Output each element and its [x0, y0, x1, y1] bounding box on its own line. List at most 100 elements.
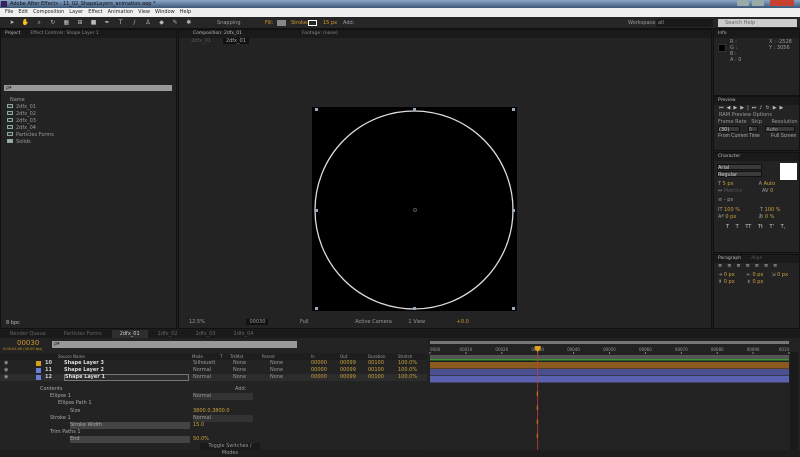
skip-select[interactable]: 0: [747, 126, 758, 133]
font-size-value[interactable]: 5 px: [723, 181, 734, 187]
tab-2dfx_01[interactable]: 2dfx_01: [111, 330, 148, 338]
fill-swatch[interactable]: [277, 20, 286, 26]
label-color[interactable]: [36, 368, 41, 373]
timeline-timecode[interactable]: 00030: [17, 339, 39, 347]
frame-rate-select[interactable]: (30): [718, 126, 740, 133]
column-parent[interactable]: Parent: [262, 353, 275, 360]
text-style-button[interactable]: Tt: [758, 224, 763, 230]
type-tool-icon[interactable]: T: [117, 19, 125, 27]
alignment-buttons[interactable]: ≡≡≡≡≡≡≡: [714, 263, 799, 270]
kerning-value[interactable]: Metrics: [724, 188, 742, 194]
column-stretch[interactable]: Stretch: [398, 353, 412, 360]
menu-window[interactable]: Window: [155, 9, 175, 15]
mode-select[interactable]: Normal: [193, 367, 211, 374]
zoom-tool-icon[interactable]: ⌕: [35, 19, 43, 27]
text-style-button[interactable]: TT: [745, 224, 751, 230]
space-after-value[interactable]: 0 px: [752, 279, 763, 285]
indent-left-value[interactable]: 0 px: [724, 272, 735, 278]
tab-render-queue[interactable]: Render Queue: [2, 330, 54, 338]
tab-project[interactable]: Project: [5, 31, 20, 36]
text-style-button[interactable]: T: [736, 224, 739, 230]
property-value-add[interactable]: Add:: [235, 386, 246, 393]
tracking-value[interactable]: 0: [770, 188, 773, 194]
first-frame-icon[interactable]: ⏮: [719, 105, 727, 111]
pen-tool-icon[interactable]: ✒: [103, 19, 111, 27]
stretch-value[interactable]: 100.0%: [398, 374, 417, 381]
font-style-select[interactable]: Regular: [717, 171, 762, 178]
layer-row[interactable]: ◉ 10 Shape Layer 3 Silhouett None None 00000 00…: [0, 360, 427, 367]
tab-character[interactable]: Character: [718, 154, 740, 159]
in-value[interactable]: 00000: [311, 360, 327, 367]
eraser-tool-icon[interactable]: ◆: [158, 19, 166, 27]
column-name[interactable]: Name: [10, 97, 25, 103]
breadcrumb-item[interactable]: 2dfx_01: [222, 38, 249, 44]
resolution-select[interactable]: Full: [300, 319, 309, 325]
menu-view[interactable]: View: [138, 9, 150, 15]
project-item[interactable]: 2dfx_02: [7, 111, 167, 118]
parent-select[interactable]: None: [270, 367, 283, 374]
search-help-input[interactable]: Search Help: [718, 19, 797, 27]
exposure-value[interactable]: +0.0: [457, 319, 469, 325]
mode-select[interactable]: Silhouett: [193, 360, 215, 367]
duration-value[interactable]: 00100: [368, 374, 384, 381]
out-value[interactable]: 00099: [340, 360, 356, 367]
font-family-select[interactable]: Arial: [717, 164, 762, 171]
tsume-value[interactable]: 0 %: [765, 214, 775, 220]
full-screen-checkbox[interactable]: Full Screen: [771, 133, 796, 140]
tab-align[interactable]: Align: [751, 256, 762, 261]
breadcrumb-item[interactable]: 2dfx_01: [191, 38, 211, 44]
column-mode[interactable]: Mode: [192, 353, 203, 360]
roto-tool-icon[interactable]: ✎: [171, 19, 179, 27]
column-in[interactable]: In: [311, 353, 315, 360]
camera-select[interactable]: Active Camera: [355, 319, 392, 325]
text-style-button[interactable]: T: [726, 224, 729, 230]
toggle-switches-modes-button[interactable]: Toggle Switches / Modes: [200, 443, 260, 456]
parent-select[interactable]: None: [270, 360, 283, 367]
property-row[interactable]: Ellipse 1 Normal: [0, 393, 427, 401]
stroke-width-value[interactable]: 15 px: [323, 17, 337, 29]
ram-preview-options[interactable]: RAM Preview Options: [714, 112, 799, 119]
hand-tool-icon[interactable]: ✋: [22, 19, 30, 27]
indent-first-value[interactable]: 0 px: [777, 272, 788, 278]
tab-2dfx_02[interactable]: 2dfx_02: [150, 330, 186, 338]
menu-effect[interactable]: Effect: [88, 9, 102, 15]
bpc-label[interactable]: 8 bpc: [6, 320, 20, 326]
column-source[interactable]: Source Name: [58, 353, 85, 360]
menu-edit[interactable]: Edit: [18, 9, 28, 15]
layer-name[interactable]: Shape Layer 2: [64, 367, 104, 374]
visibility-icon[interactable]: ◉: [4, 374, 8, 381]
property-row[interactable]: Stroke 1 Normal: [0, 414, 427, 422]
maximize-button[interactable]: [752, 0, 764, 6]
column-duration[interactable]: Duration: [368, 353, 385, 360]
stroke-label[interactable]: Stroke:: [291, 17, 309, 29]
menu-animation[interactable]: Animation: [108, 9, 134, 15]
rectangle-tool-icon[interactable]: ■: [90, 19, 98, 27]
workspace-select[interactable]: all: [656, 19, 713, 27]
property-row[interactable]: Ellipse Path 1: [0, 400, 427, 407]
indent-right-value[interactable]: 0 px: [752, 272, 763, 278]
label-color[interactable]: [36, 375, 41, 380]
project-search-input[interactable]: ρ▾: [4, 85, 172, 91]
tab-preview[interactable]: Preview: [718, 98, 736, 103]
property-value-size[interactable]: 3800.0,3800.0: [193, 408, 230, 415]
in-value[interactable]: 00000: [311, 367, 327, 374]
fill-label[interactable]: Fill:: [265, 17, 273, 29]
property-value-stroke-mode[interactable]: Normal: [193, 414, 253, 422]
camera-tool-icon[interactable]: ▦: [62, 19, 70, 27]
parent-select[interactable]: None: [270, 374, 283, 381]
brush-tool-icon[interactable]: /: [130, 19, 138, 27]
tab-composition[interactable]: Composition: 2dfx_01: [193, 31, 242, 36]
puppet-tool-icon[interactable]: ✱: [185, 19, 193, 27]
snapping-label[interactable]: Snapping: [217, 17, 241, 29]
tab-paragraph[interactable]: Paragraph: [718, 256, 741, 261]
out-value[interactable]: 00099: [340, 367, 356, 374]
property-row[interactable]: Trim Paths 1: [0, 429, 427, 436]
mode-select[interactable]: Normal: [193, 374, 211, 381]
project-item[interactable]: 2dfx_04: [7, 125, 167, 132]
tab-effect-controls[interactable]: Effect Controls: Shape Layer 1: [30, 31, 98, 36]
duration-value[interactable]: 00100: [368, 360, 384, 367]
trkmat-select[interactable]: None: [233, 374, 246, 381]
duration-value[interactable]: 00100: [368, 367, 384, 374]
selection-tool-icon[interactable]: ➤: [8, 19, 16, 27]
menu-help[interactable]: Help: [180, 9, 191, 15]
